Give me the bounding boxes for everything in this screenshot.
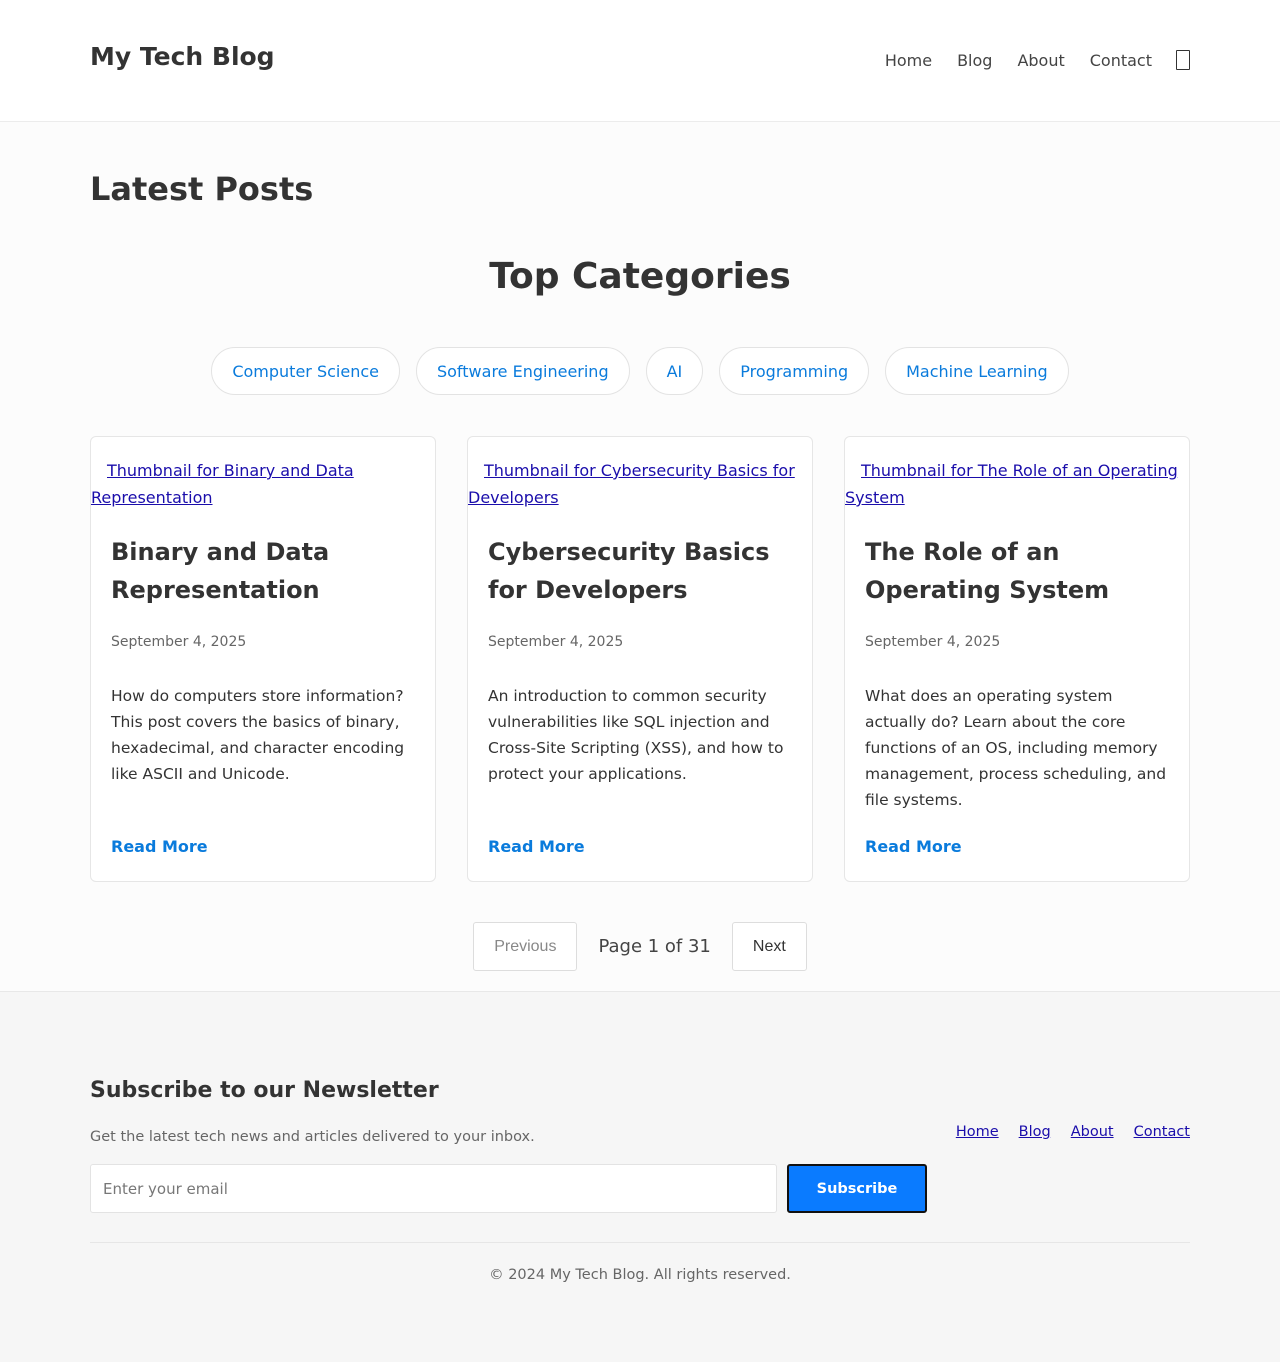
newsletter-description: Get the latest tech news and articles de… xyxy=(90,1129,535,1145)
post-thumbnail-link[interactable]: Thumbnail for Binary and Data Representa… xyxy=(91,457,435,511)
email-field[interactable] xyxy=(90,1164,777,1213)
categories-heading: Top Categories xyxy=(489,256,791,297)
copyright: © 2024 My Tech Blog. All rights reserved… xyxy=(489,1267,791,1283)
nav-blog[interactable]: Blog xyxy=(957,51,992,70)
post-title[interactable]: Binary and Data Representation xyxy=(111,533,415,609)
site-title[interactable]: My Tech Blog xyxy=(90,42,275,71)
thumbnail-alt-text: Thumbnail for Binary and Data Representa… xyxy=(91,461,354,507)
category-list: Computer Science Software Engineering AI… xyxy=(0,347,1280,395)
previous-button[interactable]: Previous xyxy=(473,922,578,971)
post-thumbnail-link[interactable]: Thumbnail for The Role of an Operating S… xyxy=(845,457,1189,511)
read-more-link[interactable]: Read More xyxy=(111,837,208,856)
footer-nav: Home Blog About Contact xyxy=(956,1124,1190,1140)
main-nav: Home Blog About Contact xyxy=(860,50,1190,70)
category-machine-learning[interactable]: Machine Learning xyxy=(885,347,1069,395)
post-excerpt: How do computers store information? This… xyxy=(111,687,405,783)
site-footer: Subscribe to our Newsletter Get the late… xyxy=(0,991,1280,1362)
footer-link-home[interactable]: Home xyxy=(956,1124,999,1140)
post-card: Thumbnail for Cybersecurity Basics for D… xyxy=(467,436,813,882)
site-header: My Tech Blog Home Blog About Contact xyxy=(0,0,1280,122)
broken-image-icon xyxy=(845,462,861,478)
thumbnail-alt-text: Thumbnail for The Role of an Operating S… xyxy=(845,461,1178,507)
page-info: Page 1 of 31 xyxy=(598,936,711,957)
post-excerpt: An introduction to common security vulne… xyxy=(488,687,784,783)
post-title[interactable]: Cybersecurity Basics for Developers xyxy=(488,533,792,609)
post-thumbnail-link[interactable]: Thumbnail for Cybersecurity Basics for D… xyxy=(468,457,812,511)
newsletter-title: Subscribe to our Newsletter xyxy=(90,1078,439,1103)
pagination: Previous Page 1 of 31 Next xyxy=(0,922,1280,971)
post-card: Thumbnail for The Role of an Operating S… xyxy=(844,436,1190,882)
read-more-link[interactable]: Read More xyxy=(865,837,962,856)
broken-image-icon xyxy=(91,462,107,478)
post-date: September 4, 2025 xyxy=(865,634,1001,650)
next-button[interactable]: Next xyxy=(731,922,807,971)
post-date: September 4, 2025 xyxy=(488,634,624,650)
post-card: Thumbnail for Binary and Data Representa… xyxy=(90,436,436,882)
post-excerpt: What does an operating system actually d… xyxy=(865,687,1167,809)
theme-toggle-icon[interactable] xyxy=(1176,50,1190,70)
post-date: September 4, 2025 xyxy=(111,634,247,650)
footer-divider xyxy=(90,1242,1190,1243)
footer-link-about[interactable]: About xyxy=(1071,1124,1114,1140)
nav-contact[interactable]: Contact xyxy=(1090,51,1152,70)
thumbnail-alt-text: Thumbnail for Cybersecurity Basics for D… xyxy=(468,461,795,507)
footer-link-contact[interactable]: Contact xyxy=(1134,1124,1190,1140)
nav-home[interactable]: Home xyxy=(885,51,932,70)
broken-image-icon xyxy=(468,462,484,478)
footer-link-blog[interactable]: Blog xyxy=(1019,1124,1051,1140)
post-title[interactable]: The Role of an Operating System xyxy=(865,533,1169,609)
page-title: Latest Posts xyxy=(90,170,314,208)
subscribe-button[interactable]: Subscribe xyxy=(787,1164,927,1213)
category-programming[interactable]: Programming xyxy=(719,347,870,395)
category-computer-science[interactable]: Computer Science xyxy=(211,347,400,395)
category-ai[interactable]: AI xyxy=(645,347,704,395)
post-list: Thumbnail for Binary and Data Representa… xyxy=(90,436,1190,882)
read-more-link[interactable]: Read More xyxy=(488,837,585,856)
category-software-engineering[interactable]: Software Engineering xyxy=(415,347,630,395)
nav-about[interactable]: About xyxy=(1017,51,1064,70)
